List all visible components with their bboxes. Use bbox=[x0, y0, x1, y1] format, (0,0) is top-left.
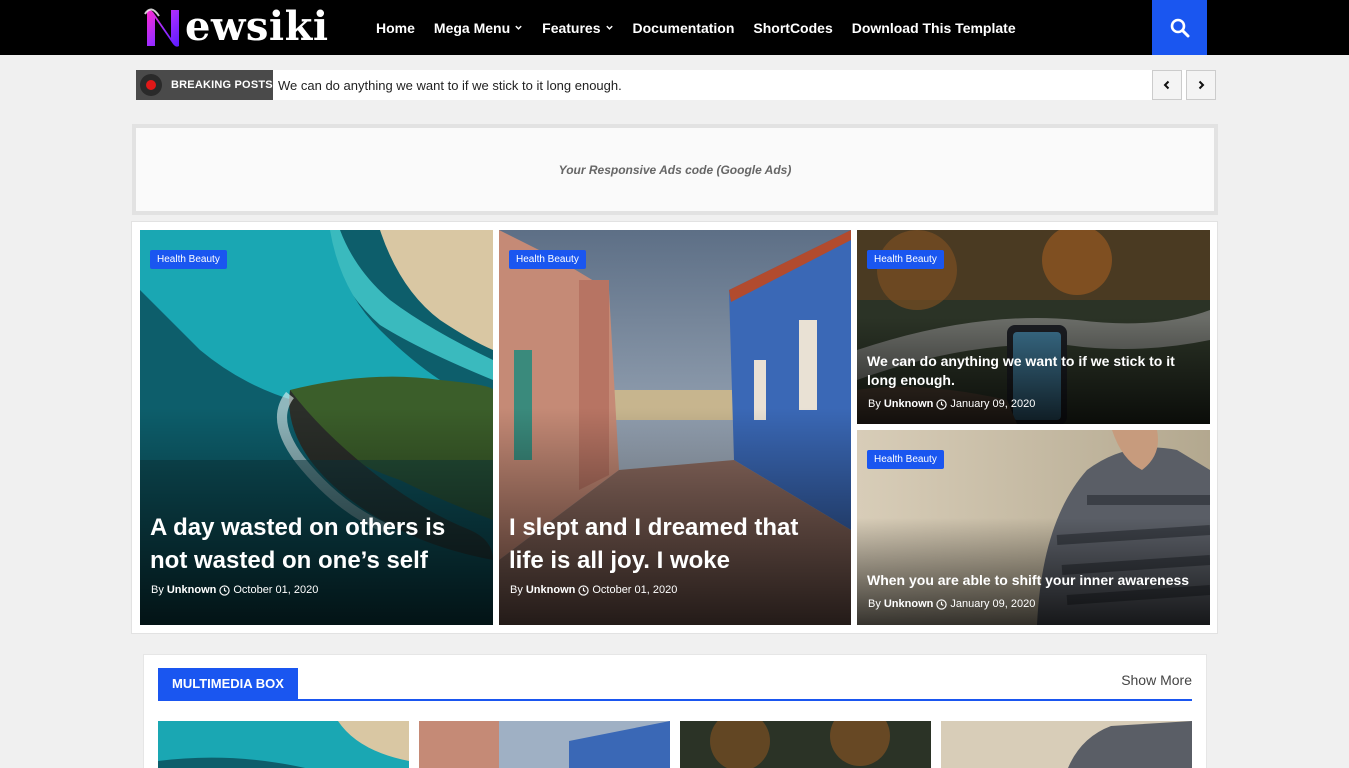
category-tag[interactable]: Health Beauty bbox=[867, 250, 944, 269]
nav-home-label: Home bbox=[376, 19, 415, 36]
featured-post-card[interactable]: Health Beauty I slept and I dreamed that… bbox=[499, 230, 851, 625]
multimedia-thumbnail[interactable] bbox=[941, 721, 1192, 768]
multimedia-box: MULTIMEDIA BOX Show More bbox=[143, 654, 1207, 768]
post-title[interactable]: We can do anything we want to if we stic… bbox=[867, 352, 1198, 390]
clock-icon bbox=[578, 584, 590, 596]
post-meta: By Unknown October 01, 2020 bbox=[151, 584, 318, 596]
post-title[interactable]: I slept and I dreamed that life is all j… bbox=[509, 511, 839, 577]
post-meta: By Unknown October 01, 2020 bbox=[510, 584, 677, 596]
ticker-next-button[interactable] bbox=[1186, 70, 1216, 100]
post-author[interactable]: Unknown bbox=[884, 398, 934, 410]
record-dot-icon bbox=[140, 74, 162, 96]
post-author[interactable]: Unknown bbox=[167, 584, 217, 596]
post-author[interactable]: Unknown bbox=[526, 584, 576, 596]
featured-post-card[interactable]: Health Beauty When you are able to shift… bbox=[857, 430, 1210, 625]
search-button[interactable] bbox=[1152, 0, 1207, 55]
clock-icon bbox=[219, 584, 231, 596]
post-by-label: By bbox=[868, 598, 881, 610]
breaking-posts-label: BREAKING POSTS bbox=[136, 70, 273, 100]
nav-mega-menu-label: Mega Menu bbox=[433, 19, 511, 36]
post-date: January 09, 2020 bbox=[950, 398, 1036, 410]
top-navigation-bar: ewsiki Home Mega Menu Features Documenta… bbox=[0, 0, 1349, 55]
nav-download-template[interactable]: Download This Template bbox=[852, 20, 1016, 36]
post-meta: By Unknown January 09, 2020 bbox=[868, 398, 1035, 410]
nav-home[interactable]: Home bbox=[376, 20, 415, 36]
nav-documentation[interactable]: Documentation bbox=[633, 20, 735, 36]
multimedia-thumbnail[interactable] bbox=[158, 721, 409, 768]
chevron-right-icon bbox=[1198, 80, 1205, 90]
logo-text: ewsiki bbox=[185, 3, 329, 50]
post-by-label: By bbox=[151, 584, 164, 596]
logo-letter-icon bbox=[143, 6, 183, 48]
section-header: MULTIMEDIA BOX Show More bbox=[158, 668, 1192, 701]
post-by-label: By bbox=[510, 584, 523, 596]
site-logo[interactable]: ewsiki bbox=[143, 4, 329, 50]
section-title: MULTIMEDIA BOX bbox=[158, 668, 298, 699]
clock-icon bbox=[936, 398, 948, 410]
post-title[interactable]: A day wasted on others is not wasted on … bbox=[150, 511, 481, 577]
post-date: October 01, 2020 bbox=[233, 584, 319, 596]
featured-post-card[interactable]: Health Beauty We can do anything we want… bbox=[857, 230, 1210, 424]
nav-documentation-label: Documentation bbox=[632, 19, 735, 36]
category-tag[interactable]: Health Beauty bbox=[867, 450, 944, 469]
post-date: October 01, 2020 bbox=[592, 584, 678, 596]
breaking-posts-ticker: BREAKING POSTS We can do anything we wan… bbox=[136, 70, 1216, 100]
post-meta: By Unknown January 09, 2020 bbox=[868, 598, 1035, 610]
ad-placeholder: Your Responsive Ads code (Google Ads) bbox=[132, 124, 1218, 215]
chevron-down-icon bbox=[515, 25, 522, 30]
clock-icon bbox=[936, 598, 948, 610]
chevron-left-icon bbox=[1163, 80, 1170, 90]
search-icon bbox=[1170, 18, 1189, 37]
category-tag[interactable]: Health Beauty bbox=[150, 250, 227, 269]
featured-posts-grid: Health Beauty A day wasted on others is … bbox=[131, 221, 1218, 634]
nav-mega-menu[interactable]: Mega Menu bbox=[434, 20, 523, 36]
post-date: January 09, 2020 bbox=[950, 598, 1036, 610]
nav-features-label: Features bbox=[542, 19, 601, 36]
multimedia-thumbnail[interactable] bbox=[680, 721, 931, 768]
chevron-down-icon bbox=[605, 25, 613, 30]
post-by-label: By bbox=[868, 398, 881, 410]
nav-download-template-label: Download This Template bbox=[851, 19, 1016, 36]
breaking-label-text: BREAKING POSTS bbox=[171, 79, 273, 91]
ad-placeholder-text: Your Responsive Ads code (Google Ads) bbox=[558, 162, 792, 177]
nav-shortcodes-label: ShortCodes bbox=[753, 19, 833, 36]
breaking-post-link[interactable]: We can do anything we want to if we stic… bbox=[278, 78, 1148, 93]
show-more-link[interactable]: Show More bbox=[1121, 672, 1192, 688]
post-author[interactable]: Unknown bbox=[884, 598, 934, 610]
ticker-prev-button[interactable] bbox=[1152, 70, 1182, 100]
multimedia-thumbnail[interactable] bbox=[419, 721, 670, 768]
post-title[interactable]: When you are able to shift your inner aw… bbox=[867, 571, 1198, 590]
category-tag[interactable]: Health Beauty bbox=[509, 250, 586, 269]
main-nav: Home Mega Menu Features Documentation Sh… bbox=[376, 0, 1035, 55]
nav-shortcodes[interactable]: ShortCodes bbox=[753, 20, 832, 36]
nav-features[interactable]: Features bbox=[542, 20, 613, 36]
featured-post-card[interactable]: Health Beauty A day wasted on others is … bbox=[140, 230, 493, 625]
